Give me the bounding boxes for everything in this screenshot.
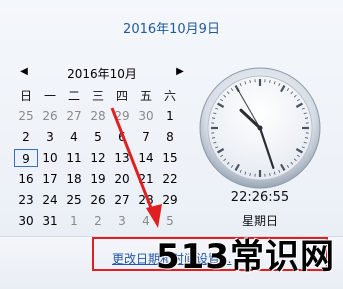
analog-clock [198, 66, 322, 190]
calendar-nav: ◀ 2016年10月 ▶ [14, 62, 190, 84]
weekday-header: 一 [43, 89, 56, 103]
datetime-flyout: 2016年10月9日 ◀ 2016年10月 ▶ 日一二三四五六 25 26 27 28 2… [0, 0, 343, 289]
calendar-day[interactable]: 28 [134, 191, 158, 209]
calendar-day[interactable]: 5 [158, 212, 182, 230]
calendar-day[interactable]: 23 [14, 191, 38, 209]
digital-time: 22:26:55 [230, 190, 290, 205]
watermark-logo: 513常识网 [156, 237, 335, 277]
weekday-header: 三 [91, 89, 104, 103]
calendar-day[interactable]: 29 [110, 107, 134, 125]
calendar-day[interactable]: 27 [62, 107, 86, 125]
calendar-day[interactable]: 26 [38, 107, 62, 125]
calendar-day[interactable]: 3 [38, 128, 62, 146]
weekday-header: 四 [115, 89, 128, 103]
calendar-day[interactable]: 19 [86, 170, 110, 188]
weekday-label: 星期日 [241, 214, 278, 228]
calendar-day[interactable]: 28 [86, 107, 110, 125]
calendar-day[interactable]: 2 [14, 128, 38, 146]
calendar-day[interactable]: 5 [86, 128, 110, 146]
calendar-day[interactable]: 1 [158, 107, 182, 125]
calendar-day[interactable]: 27 [110, 191, 134, 209]
calendar-day[interactable]: 10 [38, 149, 62, 167]
calendar-day[interactable]: 29 [158, 191, 182, 209]
calendar-day[interactable]: 9 [14, 149, 38, 167]
prev-month-icon[interactable]: ◀ [18, 66, 30, 78]
calendar-day[interactable]: 15 [158, 149, 182, 167]
calendar-day[interactable]: 26 [86, 191, 110, 209]
next-month-icon[interactable]: ▶ [174, 66, 186, 78]
calendar-day[interactable]: 11 [62, 149, 86, 167]
calendar-day[interactable]: 17 [38, 170, 62, 188]
clock-face [199, 67, 321, 189]
weekday-header: 六 [163, 89, 176, 103]
weekday-header: 日 [19, 89, 32, 103]
calendar-day[interactable]: 30 [14, 212, 38, 230]
calendar-month-title[interactable]: 2016年10月 [44, 65, 160, 82]
calendar-day[interactable]: 24 [38, 191, 62, 209]
calendar-day[interactable]: 3 [110, 212, 134, 230]
weekday-header: 二 [67, 89, 80, 103]
calendar-day[interactable]: 18 [62, 170, 86, 188]
calendar-day[interactable]: 30 [134, 107, 158, 125]
calendar-day[interactable]: 14 [134, 149, 158, 167]
calendar-day[interactable]: 1 [62, 212, 86, 230]
calendar: ◀ 2016年10月 ▶ 日一二三四五六 25 26 27 28 29 30 1 2 3 4 5 6 7 8… [14, 62, 190, 230]
calendar-day[interactable]: 8 [158, 128, 182, 146]
calendar-day[interactable]: 7 [134, 128, 158, 146]
current-date-header[interactable]: 2016年10月9日 [0, 18, 343, 37]
calendar-grid: 日一二三四五六 25 26 27 28 29 30 1 2 3 4 5 6 7 8 9 10 11 12 13 14 15… [14, 87, 190, 230]
calendar-day[interactable]: 31 [38, 212, 62, 230]
calendar-day[interactable]: 20 [110, 170, 134, 188]
calendar-day[interactable]: 2 [86, 212, 110, 230]
calendar-day[interactable]: 16 [14, 170, 38, 188]
calendar-day[interactable]: 25 [14, 107, 38, 125]
calendar-day[interactable]: 25 [62, 191, 86, 209]
calendar-day[interactable]: 22 [158, 170, 182, 188]
calendar-day[interactable]: 4 [134, 212, 158, 230]
calendar-day[interactable]: 12 [86, 149, 110, 167]
calendar-day[interactable]: 21 [134, 170, 158, 188]
weekday-header: 五 [139, 89, 152, 103]
calendar-day[interactable]: 13 [110, 149, 134, 167]
calendar-day[interactable]: 4 [62, 128, 86, 146]
calendar-day[interactable]: 6 [110, 128, 134, 146]
